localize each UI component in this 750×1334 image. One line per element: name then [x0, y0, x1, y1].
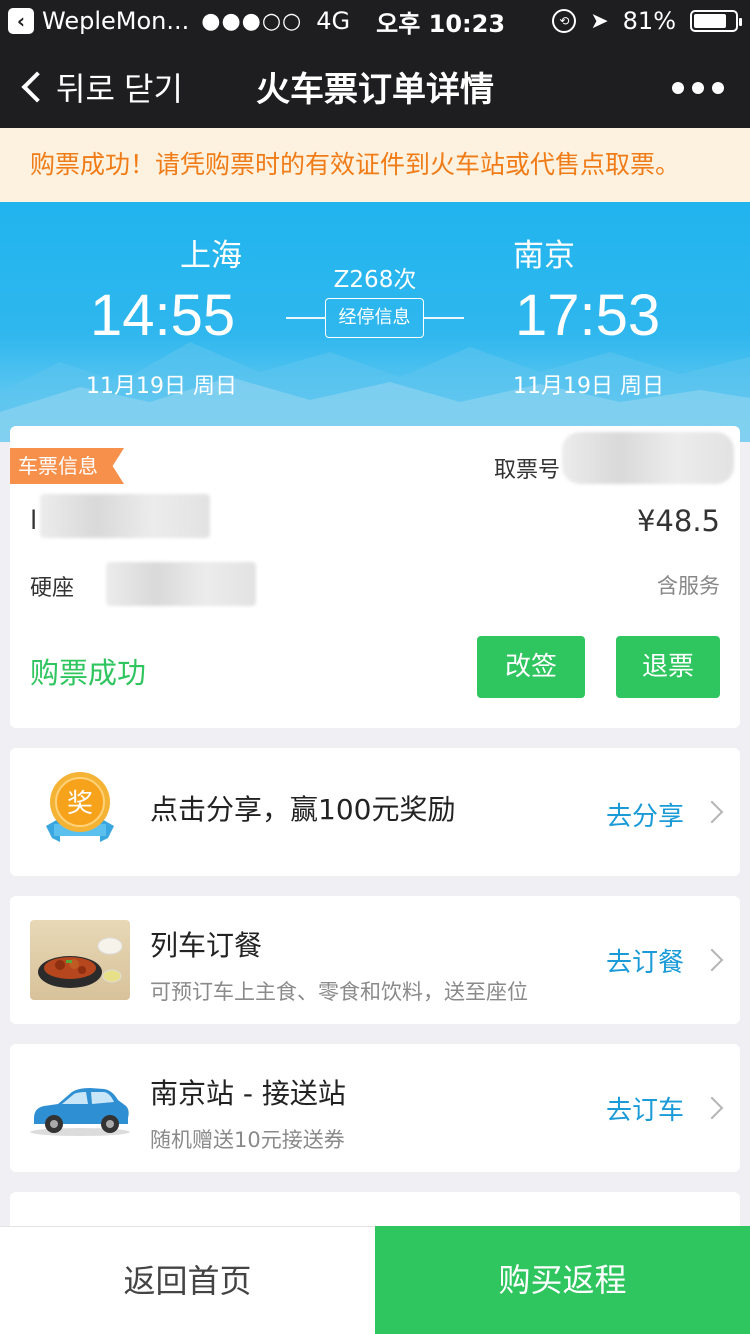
ticket-info-card: 车票信息 取票号 l ¥48.5 硬座 含服务 购票成功 改签 退票 [10, 426, 740, 728]
purchase-success-notice: 购票成功！请凭购票时的有效证件到火车站或代售点取票。 [0, 128, 750, 202]
battery-icon [690, 10, 742, 32]
status-bar: ‹ WepleMon... ●●●○○ 4G 오후 10:23 ⟲ ➤ 81% [0, 0, 750, 42]
train-number: Z268次 [333, 267, 417, 293]
battery-percent: 81% [622, 7, 676, 35]
transfer-promo-title: 南京站 - 接送站 [150, 1077, 346, 1110]
seat-number-redacted [106, 562, 256, 606]
location-arrow-icon: ➤ [590, 8, 609, 34]
passenger-name-redacted [40, 494, 210, 538]
share-action-link[interactable]: 去分享 [606, 796, 684, 833]
page-title: 火车票订单详情 [256, 70, 494, 110]
chevron-right-icon [700, 1096, 724, 1120]
share-reward-card[interactable]: 奖 点击分享，赢100元奖励 去分享 [10, 748, 740, 876]
pickup-number-redacted [562, 432, 734, 484]
back-to-app-icon[interactable]: ‹ [8, 8, 34, 34]
passenger-name-initial: l [30, 506, 38, 536]
refund-ticket-button[interactable]: 退票 [616, 636, 720, 698]
battery-fill [694, 14, 727, 28]
navigation-bar: 뒤로 닫기 火车票订单详情 [0, 42, 750, 128]
car-action-link[interactable]: 去订车 [606, 1090, 684, 1127]
car-icon [30, 1088, 130, 1136]
divider-line [424, 317, 464, 319]
trip-header: 上海 南京 14:55 17:53 11月19日 周日 11月19日 周日 Z2… [0, 202, 750, 442]
station-transfer-card[interactable]: 南京站 - 接送站 随机赠送10元接送券 去订车 [10, 1044, 740, 1172]
pickup-number-label: 取票号 [494, 458, 561, 483]
return-home-button[interactable]: 返回首页 [0, 1226, 375, 1334]
stops-info-button[interactable]: 经停信息 [325, 298, 424, 338]
more-options-icon[interactable] [672, 82, 724, 94]
transfer-promo-subtitle: 随机赠送10元接送券 [150, 1128, 345, 1152]
meal-promo-title: 列车订餐 [150, 929, 263, 962]
arrival-date: 11月19日 周日 [513, 374, 664, 399]
share-promo-title: 点击分享，赢100元奖励 [150, 793, 456, 826]
ticket-status: 购票成功 [30, 656, 147, 690]
reward-medal-icon: 奖 [46, 772, 114, 842]
change-ticket-button[interactable]: 改签 [477, 636, 585, 698]
network-type: 4G [316, 7, 351, 35]
buy-return-ticket-button[interactable]: 购买返程 [375, 1226, 750, 1334]
food-icon [38, 937, 123, 988]
signal-strength: ●●●○○ [201, 8, 303, 34]
meal-image [30, 920, 130, 1000]
chevron-right-icon [700, 948, 724, 972]
train-meal-card[interactable]: 列车订餐 可预订车上主食、零食和饮料，送至座位 去订餐 [10, 896, 740, 1024]
status-time: 오후 10:23 [376, 9, 506, 38]
medal-text: 奖 [67, 789, 93, 819]
rotation-lock-icon: ⟲ [552, 9, 577, 33]
service-fee-note: 含服务 [657, 574, 720, 598]
meal-action-link[interactable]: 去订餐 [606, 942, 684, 979]
meal-promo-subtitle: 可预订车上主食、零食和饮料，送至座位 [150, 980, 528, 1004]
seat-type: 硬座 [30, 576, 75, 601]
ticket-info-tag: 车票信息 [10, 448, 124, 484]
status-app-name: WepleMon... [42, 7, 190, 35]
chevron-right-icon [700, 800, 724, 824]
departure-date: 11月19日 周日 [86, 374, 237, 399]
divider-line [286, 317, 326, 319]
ticket-price: ¥48.5 [636, 504, 720, 538]
bottom-action-bar: 返回首页 购买返程 [0, 1226, 750, 1334]
